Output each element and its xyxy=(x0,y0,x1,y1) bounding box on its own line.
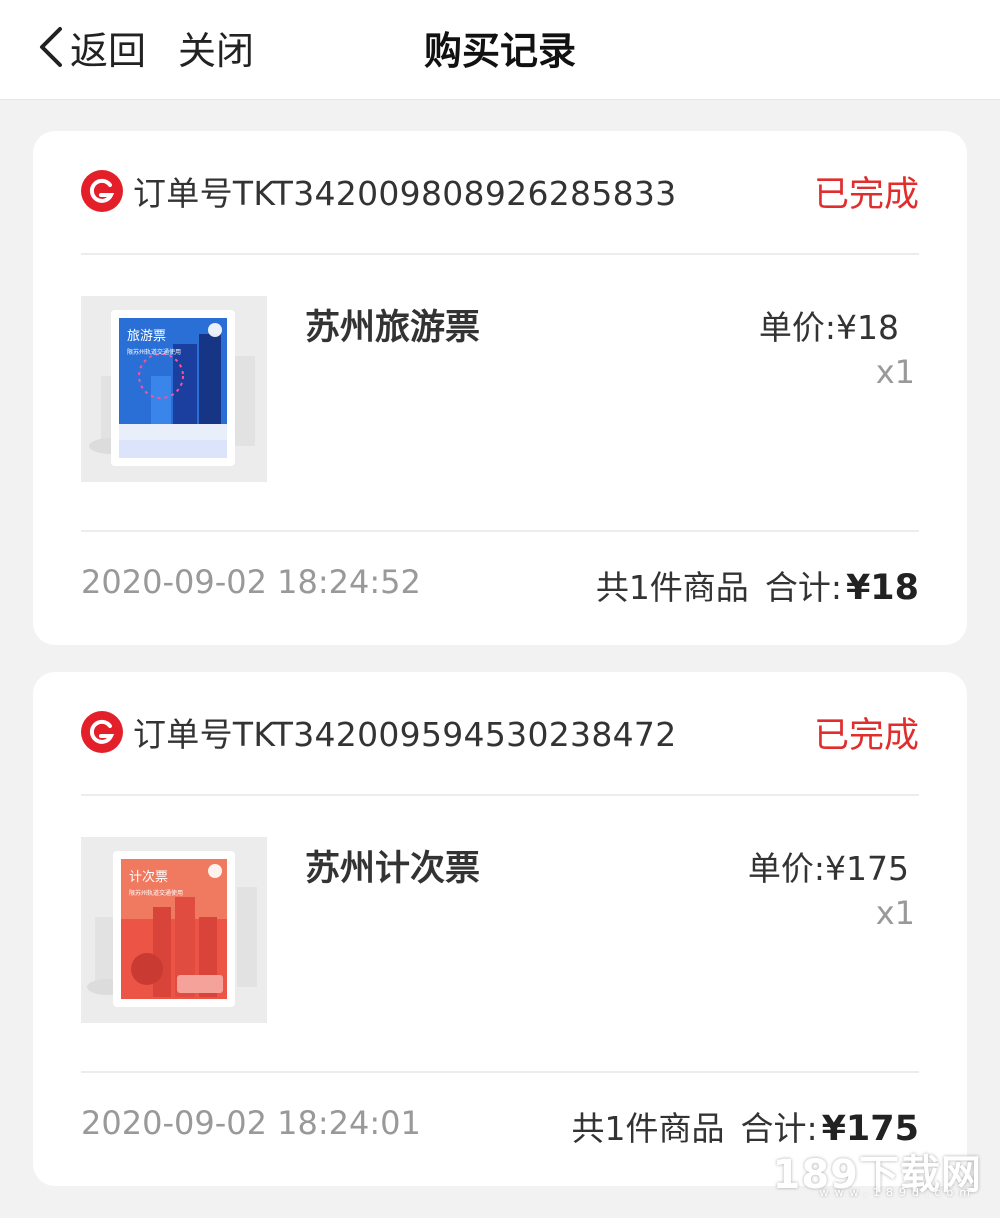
unit-price: 单价:¥175 xyxy=(747,849,909,888)
divider xyxy=(81,1071,919,1073)
back-label: 返回 xyxy=(70,28,147,73)
product-thumbnail: 旅游票 限苏州轨道交通使用 xyxy=(81,296,267,482)
total-label: 合计: xyxy=(764,568,842,607)
order-time: 2020-09-02 18:24:52 xyxy=(81,563,421,601)
divider xyxy=(81,794,919,796)
order-time: 2020-09-02 18:24:01 xyxy=(81,1104,421,1142)
divider xyxy=(81,530,919,532)
order-number: 订单号TKT342009808926285833 xyxy=(133,174,677,213)
back-button[interactable]: 返回 xyxy=(36,22,147,73)
watermark-url: www.189d.com xyxy=(819,1186,976,1199)
ticket-sub: 限苏州轨道交通使用 xyxy=(129,889,183,897)
site-watermark: 189下载网 www.189d.com xyxy=(773,1142,983,1200)
top-bar: 返回 关闭 购买记录 xyxy=(0,0,1000,100)
order-status: 已完成 xyxy=(813,715,919,756)
order-summary: 共1件商品 合计: ¥18 xyxy=(596,561,919,609)
close-button[interactable]: 关闭 xyxy=(178,22,254,73)
metro-logo-icon xyxy=(81,711,123,753)
ticket-sub: 限苏州轨道交通使用 xyxy=(127,348,181,356)
order-status: 已完成 xyxy=(813,174,919,215)
order-header: 订单号TKT342009594530238472 已完成 xyxy=(81,702,919,762)
divider xyxy=(81,253,919,255)
order-card[interactable]: 订单号TKT342009808926285833 已完成 旅游票 限苏州轨道交通… xyxy=(33,131,967,645)
ticket-label: 计次票 xyxy=(129,869,168,885)
total-amount: ¥18 xyxy=(845,568,919,608)
item-count: 共1件商品 xyxy=(595,568,749,607)
chevron-left-icon xyxy=(40,27,62,67)
quantity: x1 xyxy=(875,894,915,932)
product-name: 苏州旅游票 xyxy=(305,308,481,348)
page-title: 购买记录 xyxy=(423,28,576,73)
product-thumbnail: 计次票 限苏州轨道交通使用 xyxy=(81,837,267,1023)
order-header: 订单号TKT342009808926285833 已完成 xyxy=(81,161,919,221)
quantity: x1 xyxy=(875,353,915,391)
ticket-label: 旅游票 xyxy=(127,329,166,344)
item-count: 共1件商品 xyxy=(571,1109,725,1148)
product-name: 苏州计次票 xyxy=(305,849,481,889)
metro-logo-icon xyxy=(81,170,123,212)
order-number: 订单号TKT342009594530238472 xyxy=(133,715,677,754)
unit-price: 单价:¥18 xyxy=(758,308,899,347)
order-card[interactable]: 订单号TKT342009594530238472 已完成 计次票 限苏州轨道交通… xyxy=(33,672,967,1186)
